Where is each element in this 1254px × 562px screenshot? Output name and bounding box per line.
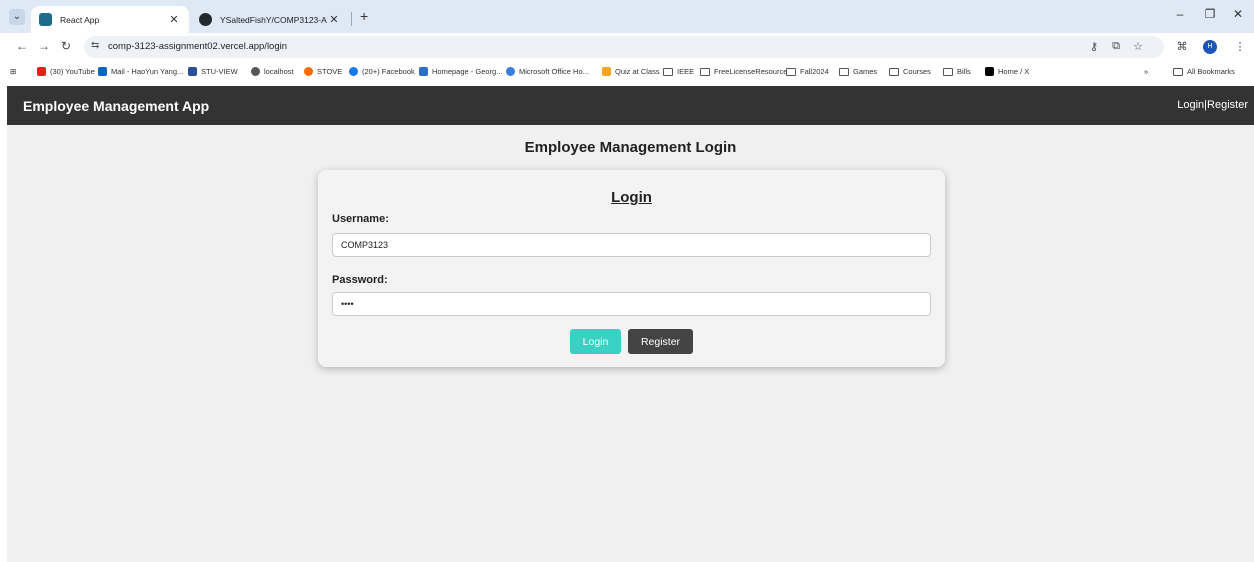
tab-react-app[interactable]: React App ✕	[31, 6, 189, 33]
tab-title: React App	[60, 14, 100, 25]
app-brand[interactable]: Employee Management App	[23, 98, 209, 114]
bookmark-folder-courses[interactable]: Courses	[889, 67, 931, 76]
tab-close-icon[interactable]: ✕	[327, 13, 341, 26]
stove-icon	[304, 67, 313, 76]
folder-icon	[839, 67, 849, 76]
tab-github-repo[interactable]: YSaltedFishY/COMP3123-Assig ✕	[191, 6, 349, 33]
nav-login-link[interactable]: Login	[1177, 99, 1204, 111]
folder-icon	[1173, 67, 1183, 76]
register-button[interactable]: Register	[628, 329, 693, 354]
tab-title: YSaltedFishY/COMP3123-Assig	[220, 14, 327, 25]
username-input[interactable]	[332, 233, 931, 257]
bookmark-folder-ieee[interactable]: IEEE	[663, 67, 694, 76]
username-label: Username:	[332, 213, 389, 225]
outlook-icon	[98, 67, 107, 76]
app-navbar: Employee Management App Login|Register	[7, 86, 1254, 125]
react-favicon-icon	[39, 13, 52, 26]
more-bookmarks-icon[interactable]: »	[1144, 67, 1148, 76]
page-title: Employee Management Login	[524, 139, 737, 156]
url-text[interactable]: comp-3123-assignment02.vercel.app/login	[108, 41, 287, 52]
minimize-icon[interactable]: –	[1170, 7, 1190, 21]
bookmark-stu-view[interactable]: STU-VIEW	[188, 67, 238, 76]
bookmark-folder-bills[interactable]: Bills	[943, 67, 971, 76]
folder-icon	[700, 67, 710, 76]
tab-search-icon[interactable]: ⌄	[9, 9, 25, 25]
youtube-icon	[37, 67, 46, 76]
folder-icon	[889, 67, 899, 76]
browser-tab-strip: ⌄ React App ✕ YSaltedFishY/COMP3123-Assi…	[0, 0, 1254, 33]
all-bookmarks[interactable]: All Bookmarks	[1173, 67, 1235, 76]
nav-links: Login|Register	[1177, 99, 1248, 111]
tab-divider	[351, 12, 352, 26]
homepage-icon	[419, 67, 428, 76]
address-bar[interactable]: ⇆ comp-3123-assignment02.vercel.app/logi…	[84, 36, 1164, 58]
app-viewport: Employee Management App Login|Register E…	[7, 86, 1254, 562]
bookmark-x[interactable]: Home / X	[985, 67, 1029, 76]
password-label: Password:	[332, 274, 388, 286]
extensions-icon[interactable]: ⌘	[1174, 40, 1190, 53]
browser-toolbar: ← → ↻ ⇆ comp-3123-assignment02.vercel.ap…	[0, 33, 1254, 61]
folder-icon	[663, 67, 673, 76]
bookmarks-bar: ⊞ (30) YouTube Mail - HaoYun Yang... STU…	[0, 61, 1254, 85]
back-icon[interactable]: ←	[14, 39, 30, 53]
bookmark-folder-freelicense[interactable]: FreeLicenseResource	[700, 67, 787, 76]
bookmark-localhost[interactable]: localhost	[251, 67, 294, 76]
folder-icon	[786, 67, 796, 76]
password-key-icon[interactable]: ⚷	[1086, 40, 1102, 53]
folder-icon	[943, 67, 953, 76]
site-info-icon[interactable]: ⇆	[91, 40, 99, 51]
restore-icon[interactable]: ❐	[1200, 7, 1220, 21]
bookmark-office[interactable]: Microsoft Office Ho...	[506, 67, 589, 76]
bookmark-star-icon[interactable]: ☆	[1130, 40, 1146, 53]
bookmark-quiz[interactable]: Quiz at Class	[602, 67, 660, 76]
bookmark-folder-games[interactable]: Games	[839, 67, 877, 76]
password-input[interactable]	[332, 292, 931, 316]
apps-grid-icon[interactable]: ⊞	[10, 67, 16, 76]
github-favicon-icon	[199, 13, 212, 26]
tab-close-icon[interactable]: ✕	[167, 13, 181, 26]
bookmark-folder-fall2024[interactable]: Fall2024	[786, 67, 829, 76]
bookmark-facebook[interactable]: (20+) Facebook	[349, 67, 415, 76]
bookmark-mail[interactable]: Mail - HaoYun Yang...	[98, 67, 183, 76]
facebook-icon	[349, 67, 358, 76]
stu-view-icon	[188, 67, 197, 76]
forward-icon[interactable]: →	[36, 39, 52, 53]
login-form-title: Login	[611, 189, 652, 206]
reload-icon[interactable]: ↻	[58, 39, 74, 53]
login-card: Login Username: Password: Login Register	[318, 170, 945, 367]
bookmark-homepage[interactable]: Homepage - Georg...	[419, 67, 502, 76]
install-app-icon[interactable]: ⧉	[1108, 40, 1124, 53]
new-tab-icon[interactable]: +	[360, 8, 368, 24]
menu-dots-icon[interactable]: ⋮	[1232, 40, 1248, 53]
bookmark-stove[interactable]: STOVE	[304, 67, 342, 76]
nav-register-link[interactable]: Register	[1207, 99, 1248, 111]
quiz-icon	[602, 67, 611, 76]
login-button[interactable]: Login	[570, 329, 621, 354]
office-icon	[506, 67, 515, 76]
profile-avatar[interactable]: H	[1203, 40, 1217, 54]
globe-icon	[251, 67, 260, 76]
x-logo-icon	[985, 67, 994, 76]
close-window-icon[interactable]: ✕	[1228, 7, 1248, 21]
bookmark-youtube[interactable]: (30) YouTube	[37, 67, 95, 76]
